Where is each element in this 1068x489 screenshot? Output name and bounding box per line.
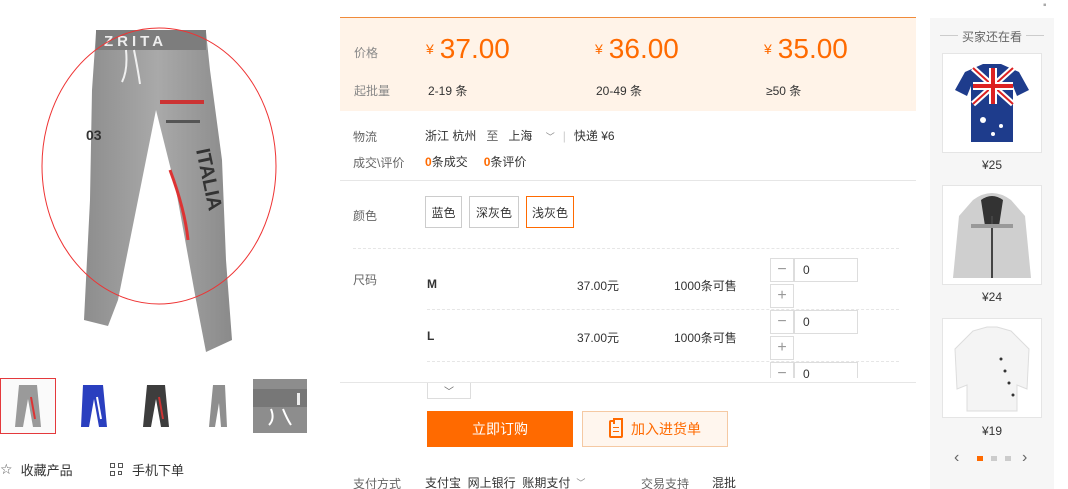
decrement-button[interactable]: − — [770, 362, 794, 378]
carousel-dot[interactable] — [977, 456, 983, 461]
moq-label: 起批量 — [354, 84, 391, 98]
next-arrow-icon[interactable]: › — [1022, 450, 1027, 466]
origin-city: 浙江 杭州 — [425, 129, 477, 143]
clipboard-icon — [609, 418, 623, 438]
payment-methods[interactable]: 支付宝 网上银行 账期支付 ﹀ — [425, 474, 585, 489]
review-count: 0 — [483, 154, 491, 169]
corner-mark: ▪ — [1043, 0, 1047, 11]
color-label: 颜色 — [353, 209, 378, 223]
expand-sizes-button[interactable]: ﹀ — [427, 383, 471, 399]
deal-count: 0 — [425, 154, 432, 169]
deals-info: 0 条成交 0 条评价 — [425, 153, 526, 170]
chevron-down-icon: ﹀ — [576, 478, 586, 488]
recommend-title: 买家还在看 — [930, 28, 1054, 45]
prev-arrow-icon[interactable]: ‹ — [954, 450, 959, 466]
thumbnail-strip — [0, 378, 310, 434]
size-row-clipped: − — [760, 362, 870, 378]
tier-price-2: ¥36.00 — [595, 33, 679, 64]
quantity-input-next[interactable] — [794, 362, 858, 378]
price-label: 价格 — [354, 46, 379, 60]
increment-button[interactable]: + — [770, 284, 794, 308]
color-option-blue[interactable]: 蓝色 — [425, 196, 462, 228]
deal-text[interactable]: 条成交 — [432, 153, 468, 170]
increment-button[interactable]: + — [770, 336, 794, 360]
recommend-price-3: ¥19 — [981, 424, 1003, 438]
carousel-dot[interactable] — [1005, 456, 1011, 461]
recommend-price-2: ¥24 — [981, 290, 1003, 304]
tier-qty-2: 20-49 条 — [596, 84, 643, 98]
thumbnail-light-gray[interactable] — [0, 378, 56, 434]
price-box: 价格 起批量 ¥37.00 ¥36.00 ¥35.00 2-19 条 20-49… — [340, 17, 916, 111]
qr-code-icon — [110, 462, 124, 477]
logistics-label: 物流 — [353, 130, 378, 144]
decrement-button[interactable]: − — [770, 258, 794, 282]
destination-city: 上海 — [508, 129, 533, 143]
hoodie-image[interactable] — [942, 185, 1042, 285]
chevron-down-icon: ﹀ — [545, 132, 555, 142]
left-actions-bar: ☆ 收藏产品 手机下单 — [0, 460, 320, 482]
payment-label: 支付方式 — [353, 477, 402, 489]
thumbnail-blue[interactable] — [66, 378, 122, 434]
favorite-product-button[interactable]: ☆ 收藏产品 — [0, 460, 73, 479]
decrement-button[interactable]: − — [770, 310, 794, 334]
tier-price-1: ¥37.00 — [426, 33, 510, 64]
mobile-order-label: 手机下单 — [132, 463, 185, 478]
thumbnail-dark-gray[interactable] — [128, 378, 184, 434]
tier-qty-1: 2-19 条 — [428, 84, 468, 98]
divider — [340, 180, 916, 181]
trade-support-value: 混批 — [712, 476, 737, 489]
add-to-cart-label: 加入进货单 — [631, 421, 701, 437]
express-fee: 快递 ¥6 — [573, 129, 615, 143]
favorite-label: 收藏产品 — [20, 463, 73, 478]
quantity-input-m[interactable] — [794, 258, 858, 282]
color-option-dark-gray[interactable]: 深灰色 — [469, 196, 519, 228]
to-word: 至 — [486, 129, 499, 143]
svg-text:03: 03 — [86, 127, 102, 143]
size-label: 尺码 — [353, 273, 378, 287]
add-to-cart-button[interactable]: 加入进货单 — [582, 411, 728, 447]
tier-qty-3: ≥50 条 — [766, 84, 802, 98]
waistband-print: ZRITA — [104, 33, 167, 50]
carousel-dot[interactable] — [991, 456, 997, 461]
quantity-input-l[interactable] — [794, 310, 858, 334]
mobile-order-button[interactable]: 手机下单 — [110, 460, 184, 479]
carousel-nav: ‹ › — [930, 450, 1054, 466]
payment-methods-text: 支付宝 网上银行 账期支付 — [425, 476, 571, 489]
main-product-image[interactable]: ZRITA 03 ITALIA — [0, 0, 310, 370]
divider — [353, 248, 899, 249]
size-stock: 1000条可售 — [674, 331, 737, 345]
trade-support-label: 交易支持 — [641, 477, 690, 489]
white-shirt-image[interactable] — [942, 318, 1042, 418]
tier-price-3: ¥35.00 — [764, 33, 848, 64]
buy-now-button[interactable]: 立即订购 — [427, 411, 573, 447]
destination-select[interactable]: 上海 ﹀ — [508, 127, 554, 144]
size-name: M — [427, 277, 437, 291]
tshirt-flag-image[interactable] — [942, 53, 1042, 153]
star-icon: ☆ — [0, 461, 13, 477]
size-price: 37.00元 — [577, 279, 620, 293]
size-name: L — [427, 329, 435, 343]
size-stock: 1000条可售 — [674, 279, 737, 293]
chevron-down-icon: ﹀ — [444, 387, 454, 398]
logistics-info: 浙江 杭州 至 上海 ﹀ | 快递 ¥6 — [425, 127, 615, 144]
review-text[interactable]: 条评价 — [490, 153, 526, 170]
recommend-price-1: ¥25 — [981, 158, 1003, 172]
thumbnail-gray-side[interactable] — [190, 378, 246, 434]
size-price: 37.00元 — [577, 331, 620, 345]
deals-label: 成交\评价 — [353, 156, 405, 170]
color-option-light-gray[interactable]: 浅灰色 — [526, 196, 574, 228]
recommend-panel: 买家还在看 ¥25 ¥24 ¥19 ‹ › — [930, 18, 1054, 489]
thumbnail-waistband-detail[interactable] — [252, 378, 308, 434]
